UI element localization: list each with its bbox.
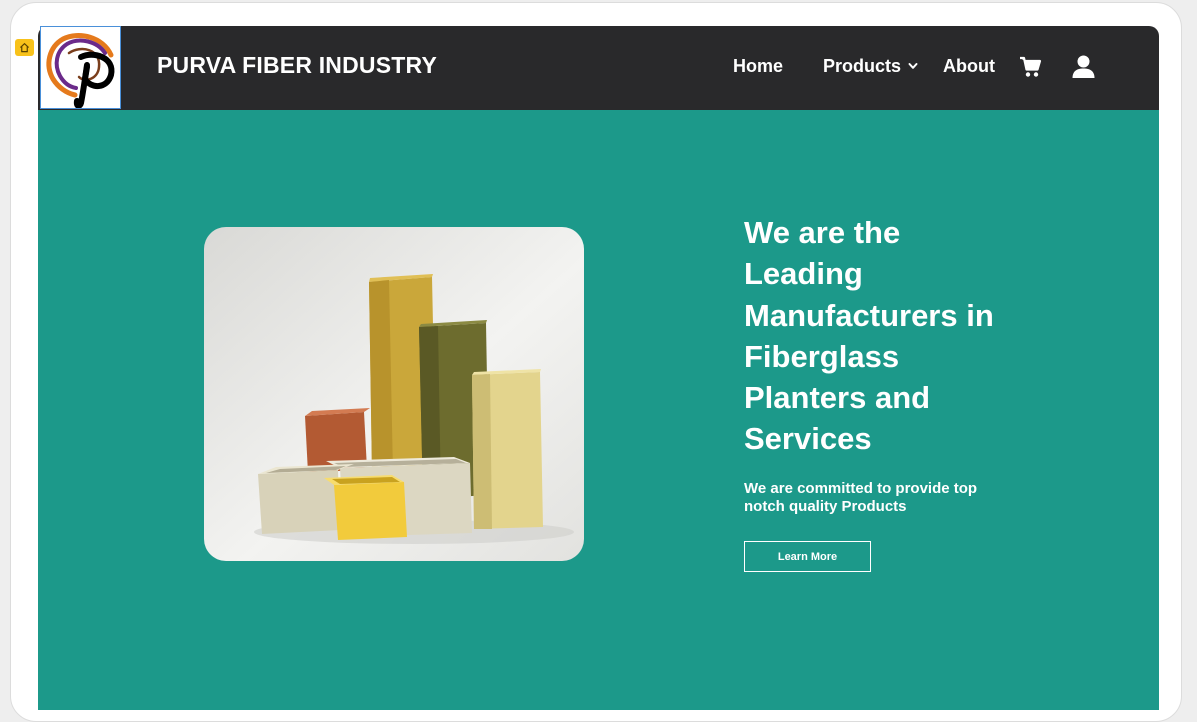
brand-logo[interactable] [40,26,121,109]
nav-about-link[interactable]: About [943,56,995,77]
brand-name[interactable]: PURVA FIBER INDUSTRY [157,52,437,79]
nav-products-link[interactable]: Products [823,56,901,77]
nav-home-link[interactable]: Home [733,56,783,77]
home-icon[interactable] [15,39,34,56]
chevron-down-icon[interactable] [907,59,919,77]
user-icon[interactable] [1072,55,1095,84]
planters-image [204,227,584,561]
hero-headline: We are the Leading Manufacturers in Fibe… [744,215,994,457]
learn-more-button[interactable]: Learn More [744,541,871,572]
hero-subtext: We are committed to provide top notch qu… [744,480,978,515]
cart-icon[interactable] [1019,56,1042,83]
